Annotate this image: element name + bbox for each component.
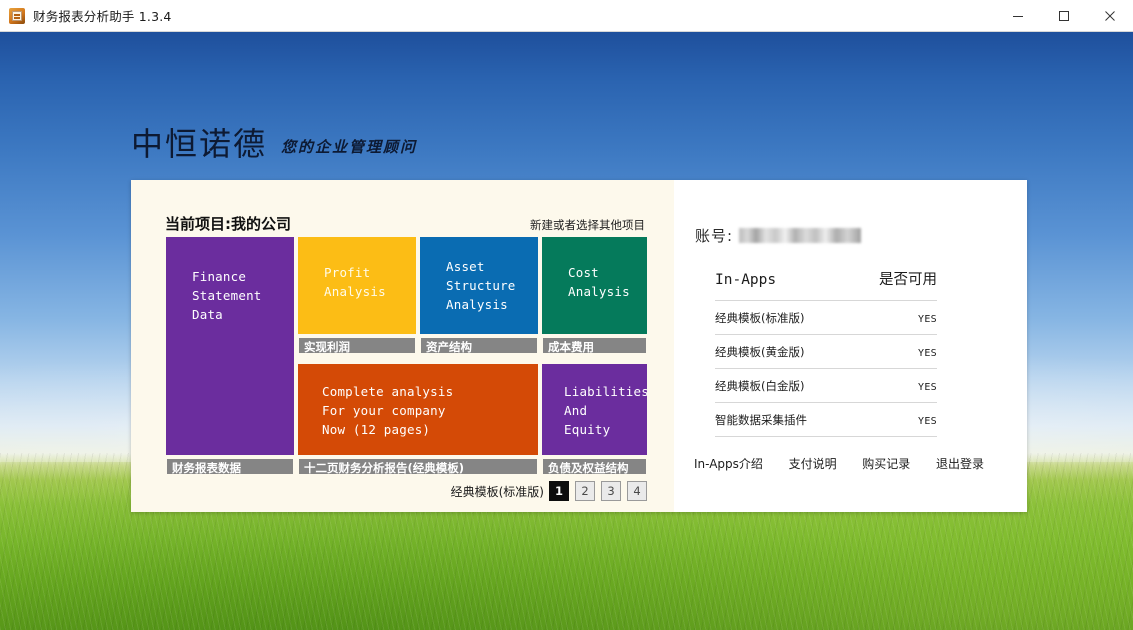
account-value-masked (739, 228, 862, 243)
tile-line: Now (12 pages) (322, 422, 431, 437)
account-row: 账号: (695, 225, 862, 246)
tile-line: Structure (446, 278, 516, 293)
new-project-link[interactable]: 新建或者选择其他项目 (530, 217, 645, 234)
page-title: 当前项目:我的公司 (165, 215, 291, 233)
inapp-status: YES (918, 382, 937, 393)
inapp-name: 经典模板(白金版) (715, 379, 805, 393)
brand-block: 中恒诺德 您的企业管理顾问 (131, 128, 417, 160)
footer-links: In-Apps介绍 支付说明 购买记录 退出登录 (694, 455, 984, 472)
table-header-row: In-Apps 是否可用 (715, 268, 937, 300)
tile-complete-analysis-report[interactable]: Complete analysis For your company Now (… (298, 364, 538, 455)
tile-asset-structure-analysis[interactable]: Asset Structure Analysis (420, 237, 538, 334)
desktop-root: 财务报表分析助手 1.3.4 中恒诺德 您的企业管理顾问 当前项目:我的公司 新… (0, 0, 1133, 630)
tile-line: Analysis (324, 284, 386, 299)
column-header-inapps: In-Apps (715, 272, 777, 288)
tile-line: Complete analysis (322, 384, 454, 399)
tile-caption-profit: 实现利润 (298, 337, 416, 354)
page-button-4[interactable]: 4 (627, 481, 647, 501)
tile-cost-analysis[interactable]: Cost Analysis (542, 237, 647, 334)
column-header-available: 是否可用 (879, 272, 937, 288)
table-row: 智能数据采集插件 YES (715, 402, 937, 437)
app-icon (9, 7, 25, 24)
tile-line: Equity (564, 422, 611, 437)
module-tile-grid: Finance Statement Data Profit Analysis A… (166, 237, 649, 475)
inapps-table: In-Apps 是否可用 经典模板(标准版) YES 经典模板(黄金版) YES… (715, 268, 937, 437)
link-purchase-history[interactable]: 购买记录 (862, 455, 910, 472)
window-titlebar: 财务报表分析助手 1.3.4 (0, 0, 1133, 32)
tile-line: And (564, 403, 588, 418)
tile-line: Profit (324, 265, 371, 280)
tile-caption-asset: 资产结构 (420, 337, 538, 354)
pager-label: 经典模板(标准版) (450, 484, 544, 499)
tile-caption-finance: 财务报表数据 (166, 458, 294, 475)
tile-caption-liabilities: 负债及权益结构 (542, 458, 647, 475)
inapp-status: YES (918, 416, 937, 427)
tile-line: Finance (192, 269, 247, 284)
template-pager: 经典模板(标准版) 1 2 3 4 (166, 481, 647, 501)
page-button-3[interactable]: 3 (601, 481, 621, 501)
inapp-name: 经典模板(黄金版) (715, 345, 805, 359)
tile-line: Liabilities (564, 384, 649, 399)
tile-line: Analysis (568, 284, 630, 299)
link-payment-info[interactable]: 支付说明 (789, 455, 837, 472)
link-inapps-intro[interactable]: In-Apps介绍 (694, 455, 763, 472)
link-logout[interactable]: 退出登录 (936, 455, 984, 472)
right-panel: 账号: In-Apps 是否可用 经典模板(标准版) YES 经典模板(黄金版)… (674, 180, 1027, 512)
tile-line: Statement (192, 288, 262, 303)
brand-name: 中恒诺德 (131, 125, 268, 163)
window-title: 财务报表分析助手 1.3.4 (33, 9, 172, 24)
maximize-button[interactable] (1041, 0, 1087, 31)
page-button-1[interactable]: 1 (549, 481, 569, 501)
page-button-2[interactable]: 2 (575, 481, 595, 501)
tile-liabilities-and-equity[interactable]: Liabilities And Equity (542, 364, 649, 455)
tile-caption-complete: 十二页财务分析报告(经典模板) (298, 458, 538, 475)
brand-tagline: 您的企业管理顾问 (281, 138, 418, 156)
table-row: 经典模板(白金版) YES (715, 368, 937, 402)
table-row: 经典模板(标准版) YES (715, 300, 937, 334)
inapp-status: YES (918, 314, 937, 325)
inapp-name: 智能数据采集插件 (715, 413, 807, 427)
tile-line: Data (192, 307, 223, 322)
tile-finance-statement-data[interactable]: Finance Statement Data (166, 237, 294, 455)
tile-caption-cost: 成本费用 (542, 337, 647, 354)
inapp-status: YES (918, 348, 937, 359)
table-row: 经典模板(黄金版) YES (715, 334, 937, 368)
tile-profit-analysis[interactable]: Profit Analysis (298, 237, 416, 334)
tile-line: Analysis (446, 297, 508, 312)
tile-line: Asset (446, 259, 485, 274)
minimize-button[interactable] (995, 0, 1041, 31)
inapp-name: 经典模板(标准版) (715, 311, 805, 325)
tile-line: Cost (568, 265, 599, 280)
project-header: 当前项目:我的公司 新建或者选择其他项目 (165, 213, 645, 234)
account-label: 账号: (695, 227, 734, 245)
tile-line: For your company (322, 403, 446, 418)
close-button[interactable] (1087, 0, 1133, 31)
